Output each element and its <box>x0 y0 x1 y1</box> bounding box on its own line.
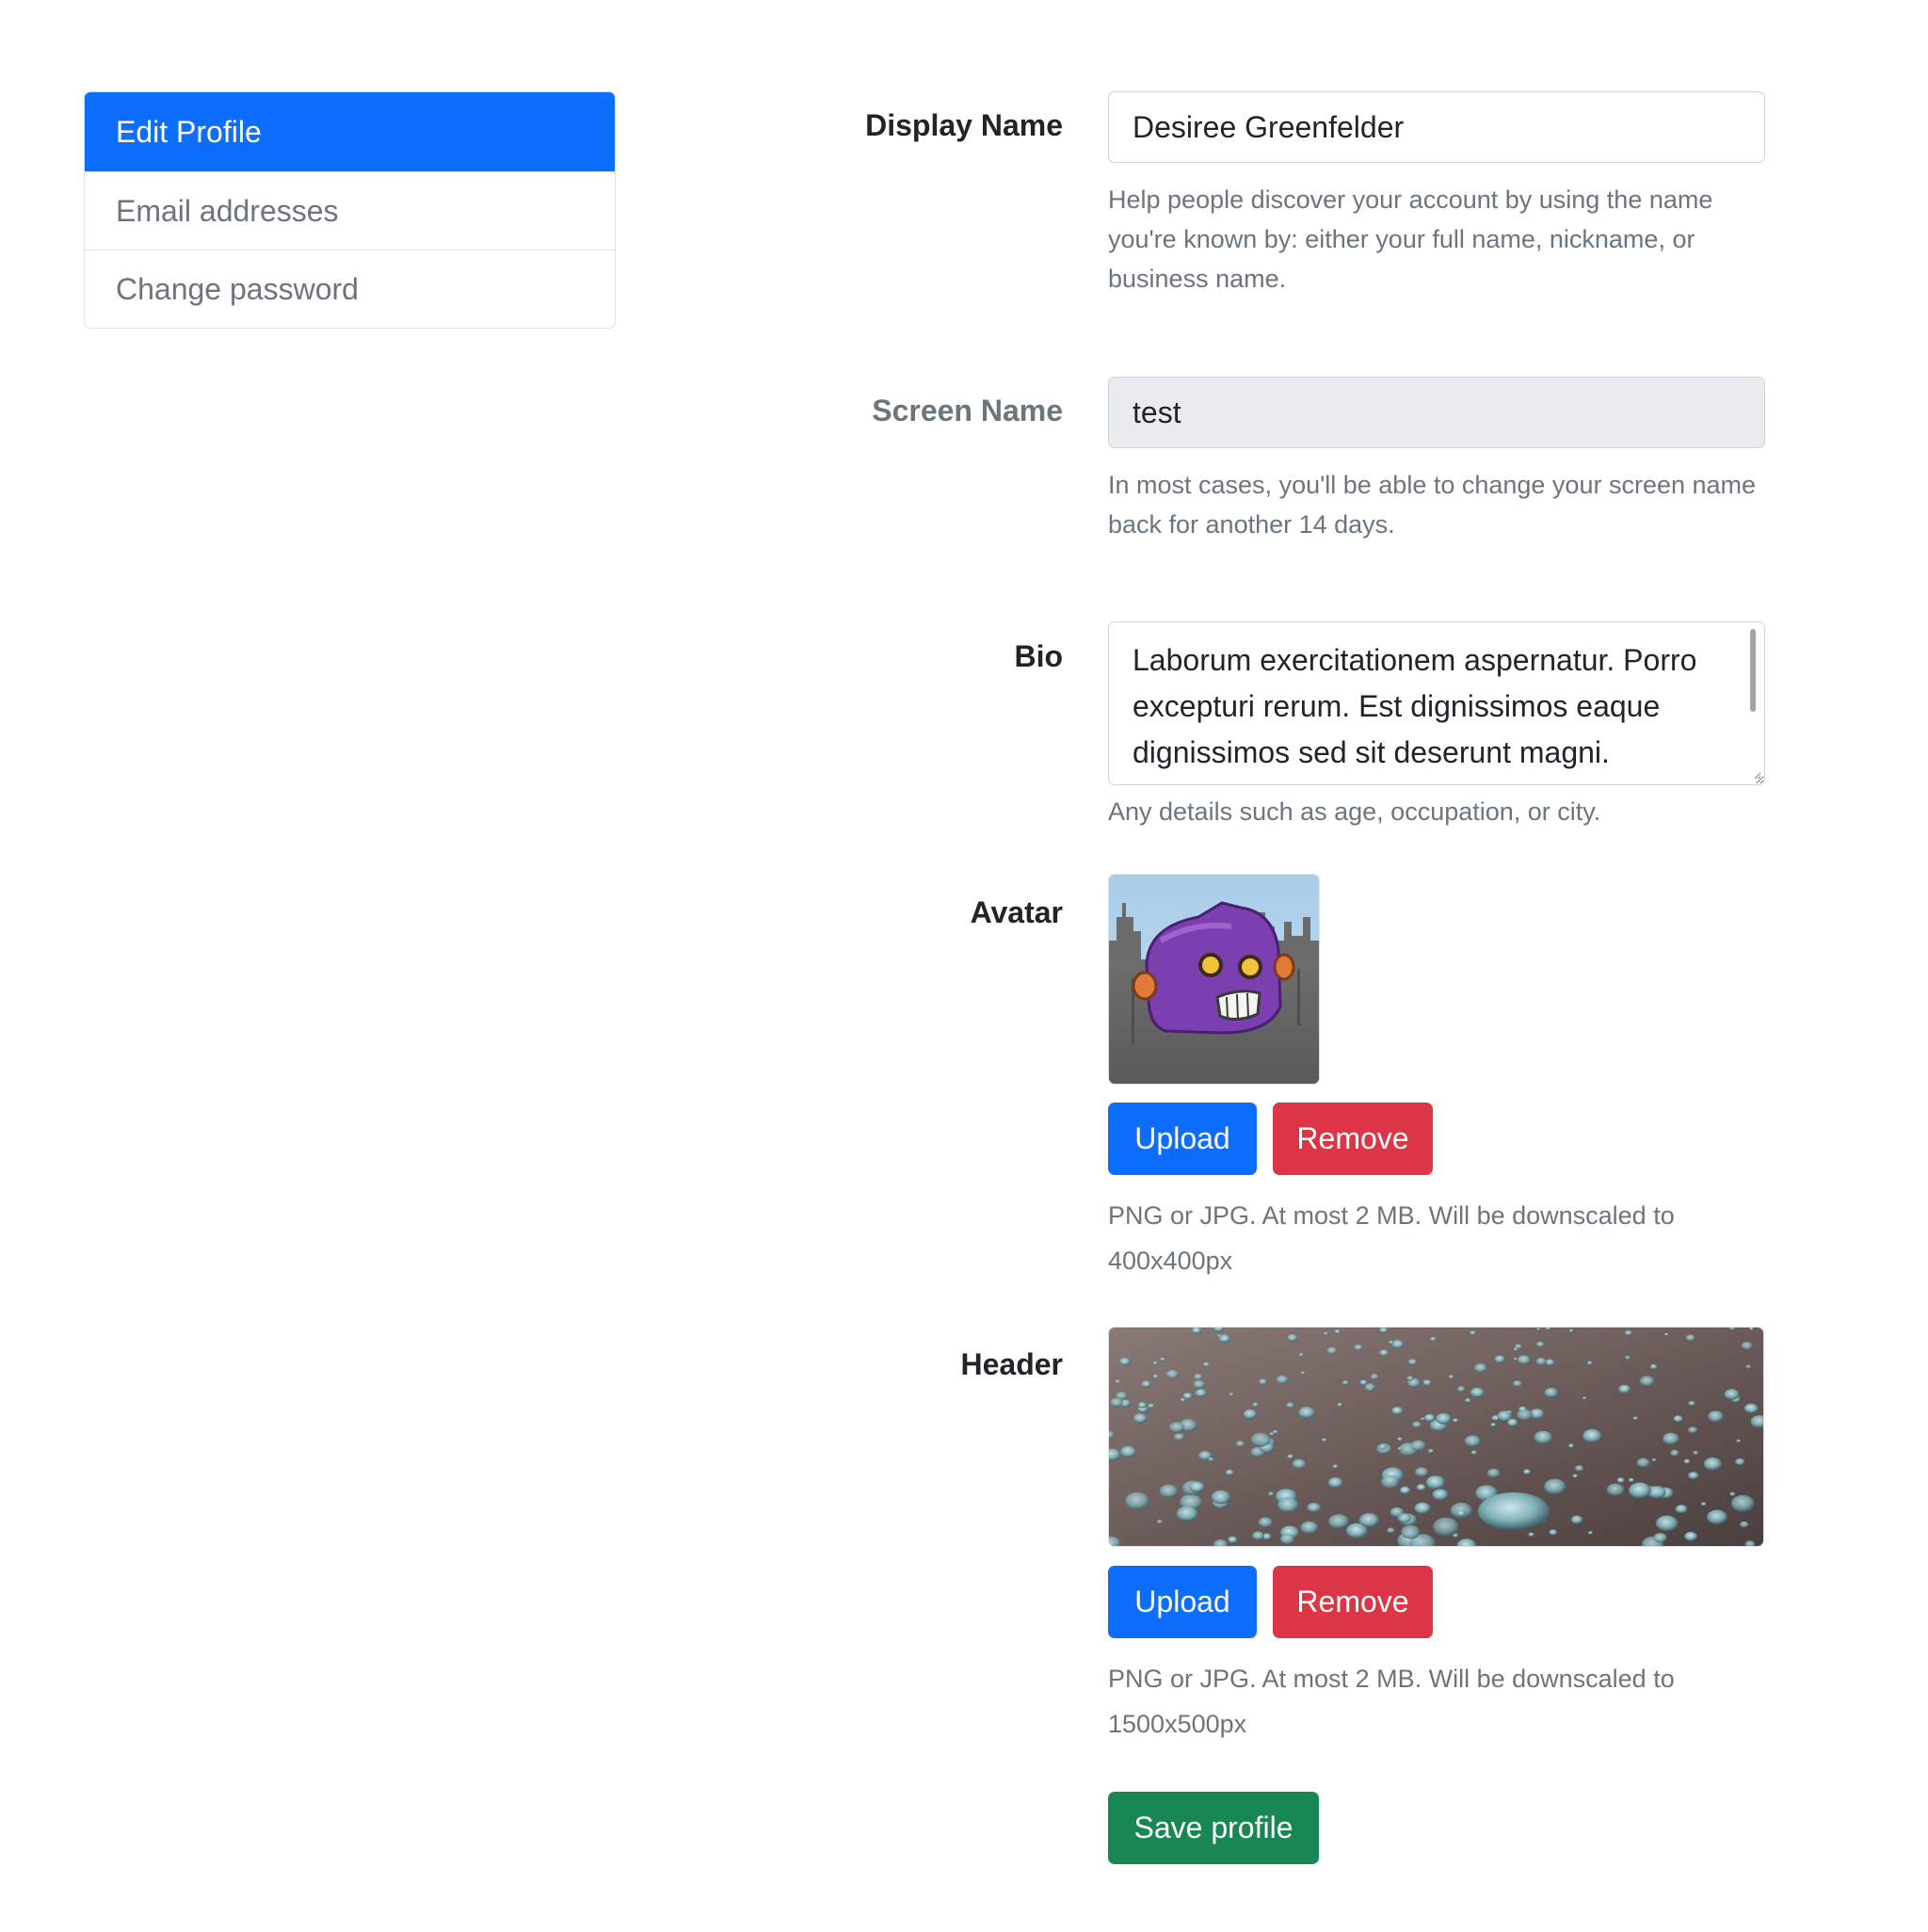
settings-sidebar: Edit Profile Email addresses Change pass… <box>84 91 616 329</box>
avatar-image <box>1108 874 1320 1085</box>
bio-help: Any details such as age, occupation, or … <box>1108 797 1601 826</box>
avatar-upload-button[interactable]: Upload <box>1108 1103 1257 1175</box>
header-label: Header <box>960 1347 1064 1381</box>
avatar-label: Avatar <box>970 895 1063 929</box>
screen-name-help: In most cases, you'll be able to change … <box>1108 471 1757 539</box>
header-remove-button[interactable]: Remove <box>1273 1566 1433 1638</box>
bio-scrollbar[interactable] <box>1750 629 1756 712</box>
display-name-label: Display Name <box>865 108 1063 142</box>
header-image <box>1108 1327 1764 1547</box>
bio-label: Bio <box>1014 639 1063 673</box>
bio-textarea[interactable]: Laborum exercitationem aspernatur. Porro… <box>1108 621 1765 785</box>
display-name-input[interactable] <box>1108 91 1765 163</box>
avatar-remove-button[interactable]: Remove <box>1273 1103 1433 1175</box>
screen-name-input <box>1108 377 1765 448</box>
save-profile-button[interactable]: Save profile <box>1108 1792 1319 1864</box>
avatar-help: PNG or JPG. At most 2 MB. Will be downsc… <box>1108 1201 1675 1275</box>
sidebar-item-edit-profile[interactable]: Edit Profile <box>85 92 615 171</box>
display-name-help: Help people discover your account by usi… <box>1108 185 1713 293</box>
header-upload-button[interactable]: Upload <box>1108 1566 1257 1638</box>
screen-name-label: Screen Name <box>872 394 1063 427</box>
sidebar-item-change-password[interactable]: Change password <box>85 250 615 328</box>
resize-grip-icon[interactable] <box>1752 770 1761 780</box>
header-help: PNG or JPG. At most 2 MB. Will be downsc… <box>1108 1665 1675 1738</box>
sidebar-item-email-addresses[interactable]: Email addresses <box>85 171 615 250</box>
